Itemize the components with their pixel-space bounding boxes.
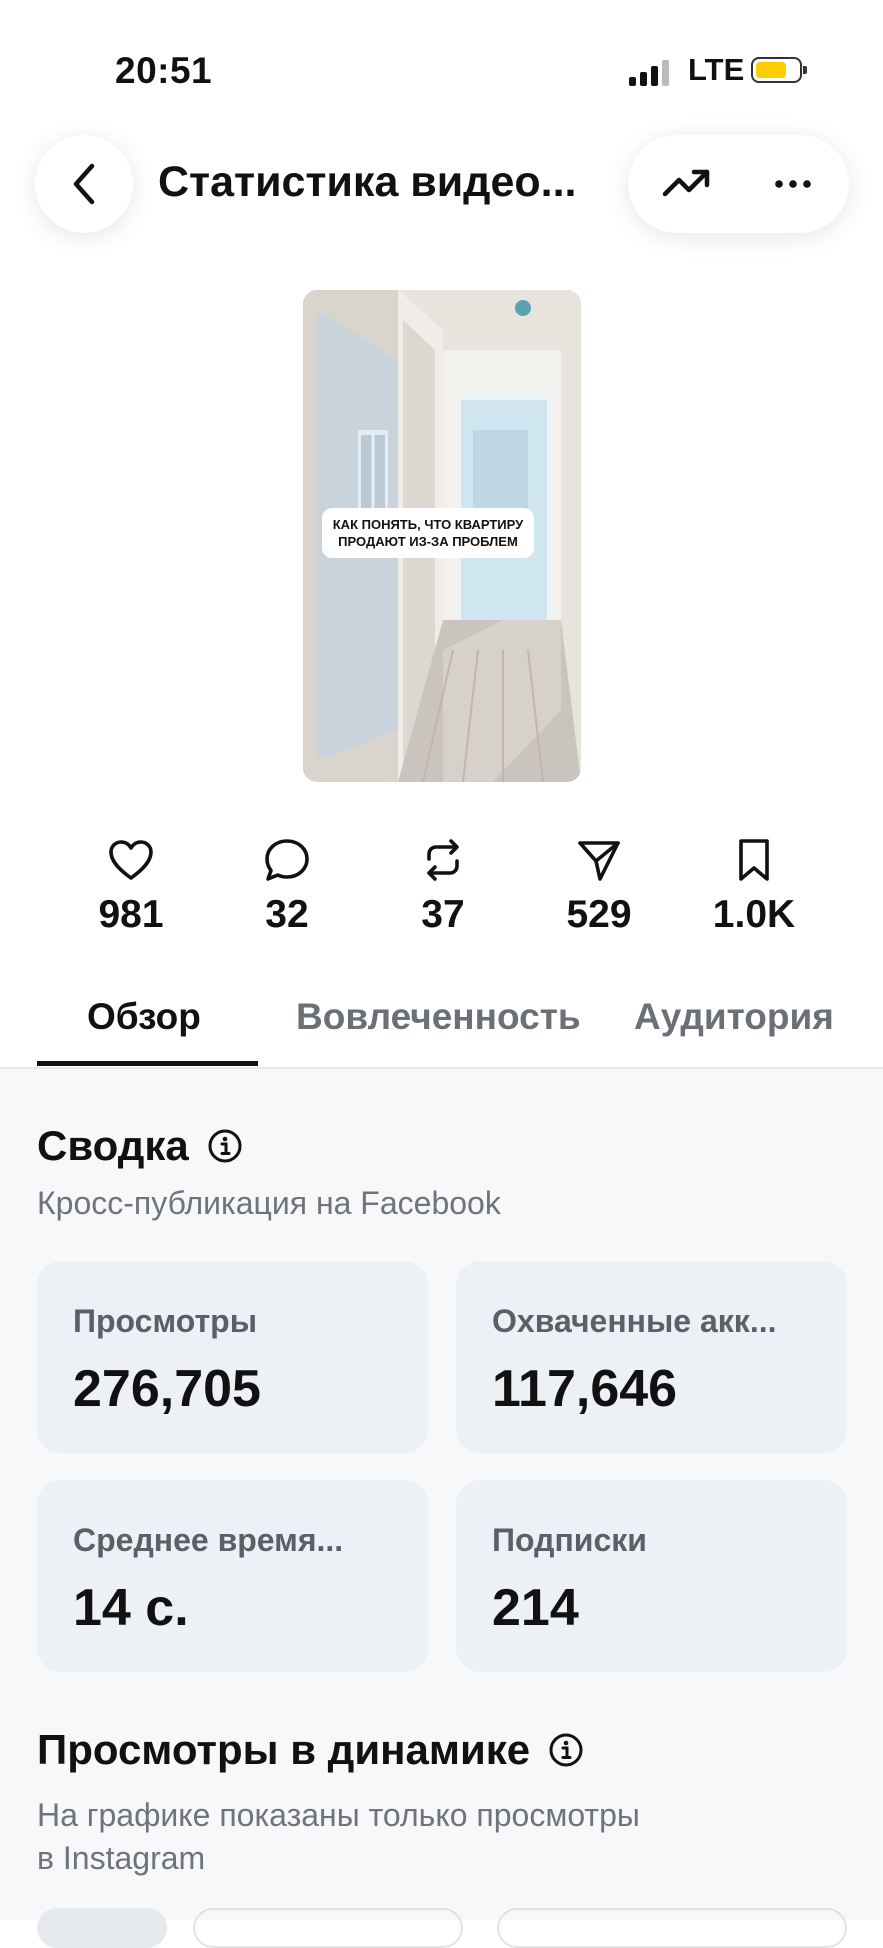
video-caption: КАК ПОНЯТЬ, ЧТО КВАРТИРУ ПРОДАЮТ ИЗ-ЗА П… bbox=[322, 508, 534, 558]
metric-label: Просмотры bbox=[73, 1303, 258, 1339]
share-icon bbox=[578, 841, 620, 881]
views-dynamics-header: Просмотры в динамике bbox=[37, 1726, 584, 1774]
metric-card-follows[interactable]: Подписки 214 bbox=[456, 1480, 847, 1672]
metric-card-avg-time[interactable]: Среднее время... 14 с. bbox=[37, 1480, 428, 1672]
views-dynamics-subtitle-line2: в Instagram bbox=[37, 1840, 206, 1876]
header-actions bbox=[628, 135, 849, 233]
info-icon[interactable] bbox=[207, 1128, 243, 1164]
info-icon[interactable] bbox=[548, 1732, 584, 1768]
metric-value: 214 bbox=[492, 1579, 579, 1637]
page-title: Статистика видео... bbox=[158, 158, 577, 206]
comments-count: 32 bbox=[265, 893, 309, 936]
metric-label: Подписки bbox=[492, 1522, 647, 1558]
summary-title: Сводка bbox=[37, 1122, 189, 1169]
signal-icon bbox=[629, 60, 671, 86]
insights-button[interactable] bbox=[648, 135, 728, 233]
shares-count: 529 bbox=[566, 893, 632, 936]
metric-card-views[interactable]: Просмотры 276,705 bbox=[37, 1261, 428, 1453]
network-label: LTE bbox=[688, 52, 745, 87]
back-button[interactable] bbox=[35, 135, 133, 233]
bookmark-icon bbox=[739, 839, 769, 881]
summary-header: Сводка bbox=[37, 1122, 243, 1170]
video-thumbnail[interactable]: КАК ПОНЯТЬ, ЧТО КВАРТИРУ ПРОДАЮТ ИЗ-ЗА П… bbox=[303, 290, 581, 782]
saves-stat: 1.0K bbox=[694, 835, 814, 937]
tab-engagement[interactable]: Вовлеченность bbox=[296, 996, 581, 1038]
likes-stat: 981 bbox=[71, 835, 191, 937]
metric-value: 14 с. bbox=[73, 1579, 189, 1637]
likes-count: 981 bbox=[98, 893, 164, 936]
repost-icon bbox=[427, 839, 459, 881]
filter-chip[interactable] bbox=[497, 1908, 847, 1948]
saves-count: 1.0K bbox=[712, 893, 796, 936]
shares-stat: 529 bbox=[539, 835, 659, 937]
filter-chip[interactable] bbox=[37, 1908, 167, 1948]
heart-icon bbox=[109, 840, 153, 880]
battery-icon bbox=[751, 57, 807, 83]
metric-value: 117,646 bbox=[492, 1360, 678, 1418]
tab-overview[interactable]: Обзор bbox=[87, 996, 201, 1038]
metric-value: 276,705 bbox=[73, 1360, 261, 1418]
views-dynamics-title: Просмотры в динамике bbox=[37, 1726, 531, 1773]
reposts-stat: 37 bbox=[383, 835, 503, 937]
metric-label: Охваченные акк... bbox=[492, 1303, 777, 1339]
summary-subtitle: Кросс-публикация на Facebook bbox=[37, 1185, 501, 1221]
tab-audience[interactable]: Аудитория bbox=[634, 996, 834, 1038]
chevron-left-icon bbox=[73, 163, 95, 205]
trending-up-icon bbox=[662, 169, 710, 197]
filter-chip[interactable] bbox=[193, 1908, 463, 1948]
active-tab-indicator bbox=[37, 1061, 258, 1066]
status-time: 20:51 bbox=[115, 50, 213, 91]
comments-stat: 32 bbox=[227, 835, 347, 937]
views-dynamics-subtitle-line1: На графике показаны только просмотры bbox=[37, 1797, 640, 1833]
comment-icon bbox=[265, 839, 309, 881]
more-options-button[interactable] bbox=[753, 135, 833, 233]
more-icon bbox=[775, 180, 811, 188]
metric-card-reach[interactable]: Охваченные акк... 117,646 bbox=[456, 1261, 847, 1453]
reposts-count: 37 bbox=[421, 893, 465, 936]
metric-label: Среднее время... bbox=[73, 1522, 344, 1558]
